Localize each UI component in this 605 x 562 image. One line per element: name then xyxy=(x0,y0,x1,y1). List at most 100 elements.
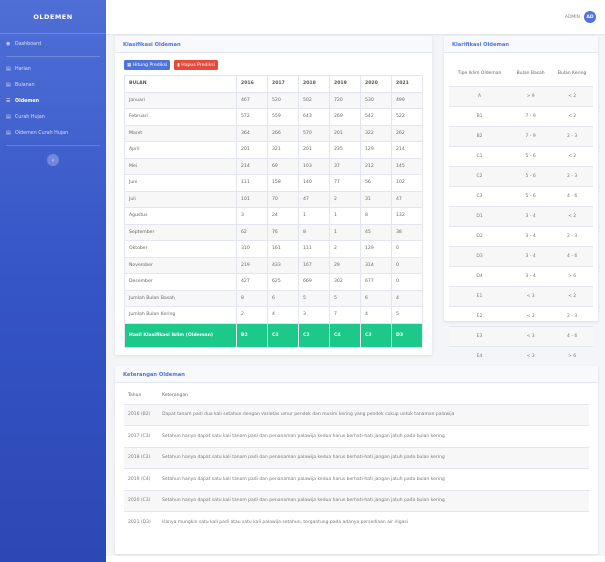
table-cell: B2 xyxy=(449,125,511,146)
table-cell: 1 xyxy=(329,207,361,225)
sidebar-item-bulanan[interactable]: ▤ Bulanan xyxy=(0,77,106,93)
sidebar-item-oldemen[interactable]: ☰ Oldemen xyxy=(0,93,106,109)
table-cell: < 3 xyxy=(510,325,552,346)
table-row: Jumlah Bulan Basah 8 6 5 5 6 4 xyxy=(124,289,423,307)
table-cell: 677 xyxy=(360,273,392,291)
table-cell: 570 xyxy=(298,124,330,142)
table-cell: > 6 xyxy=(551,345,593,366)
table-row: C1 5 - 6 < 2 xyxy=(449,145,593,166)
table-cell: Maret xyxy=(124,124,237,142)
column-header: Bulan Kering xyxy=(557,70,587,76)
table-row: E2 < 32 - 3 xyxy=(449,305,593,326)
table-row: E4 < 3 > 6 xyxy=(449,345,593,366)
table-cell: 2 - 3 xyxy=(551,165,593,186)
table-icon: ▤ xyxy=(6,130,11,136)
result-cell: Hasil Klasifikasi Iklim (Oldeman) xyxy=(124,322,237,348)
card-title: Keterangan Oldeman xyxy=(115,366,598,383)
brand-logo[interactable]: OLDEMEN xyxy=(0,0,106,34)
table-cell: 6 xyxy=(267,289,299,307)
keterangan-table-wrap: Tahun Keterangan 2016 (B2) Dapat tanam pad… xyxy=(115,383,598,533)
table-cell: 145 xyxy=(391,157,423,175)
table-cell: 643 xyxy=(298,108,330,126)
table-row: D4 3 - 4 > 6 xyxy=(449,265,593,286)
table-row: Desember 427 625 669 302 677 0 xyxy=(124,273,423,291)
avatar[interactable]: AD xyxy=(584,11,596,23)
table-cell: D1 xyxy=(449,205,511,226)
sidebar-item-label: Harian xyxy=(15,66,31,72)
table-cell: Setahun hanya dapat satu kali tanam padi… xyxy=(158,489,589,512)
table-cell: 214 xyxy=(391,141,423,159)
sidebar-toggle-button[interactable]: ‹ xyxy=(47,154,59,166)
table-cell: Jumlah Bulan Kering xyxy=(124,306,237,324)
table-row: B2 7 - 92 - 3 xyxy=(449,125,593,146)
table-cell: 62 xyxy=(236,223,268,241)
column-header: Tahun xyxy=(128,393,142,399)
sidebar-item-label: Oldemen xyxy=(15,98,40,104)
table-cell: 69 xyxy=(267,157,299,175)
table-cell: 129 xyxy=(360,240,392,258)
column-header: 2017 xyxy=(267,75,299,93)
table-cell: C3 xyxy=(449,185,511,206)
table-cell: 161 xyxy=(267,240,299,258)
table-row: 2019 (C4) Setahun hanya dapat satu kali t… xyxy=(124,468,589,490)
table-cell: April xyxy=(124,141,237,159)
table-row: Januari 467 520 502 720 530 499 xyxy=(124,91,423,109)
table-cell: 269 xyxy=(329,108,361,126)
dashboard-icon: ◉ xyxy=(6,41,11,47)
user-name[interactable]: ADMIN xyxy=(565,15,580,20)
keterangan-card: Keterangan Oldeman Tahun Keterangan 2016 … xyxy=(115,366,598,554)
table-cell: 212 xyxy=(360,157,392,175)
table-cell: 3 xyxy=(298,306,330,324)
column-header: 2018 xyxy=(298,75,330,93)
table-cell: 102 xyxy=(391,174,423,192)
table-cell: 167 xyxy=(298,256,330,274)
table-cell: 2 - 3 xyxy=(551,305,593,326)
column-header: BULAN xyxy=(124,75,237,93)
table-row: C3 5 - 64 - 6 xyxy=(449,185,593,206)
table-cell: Juni xyxy=(124,174,237,192)
table-cell: 7 - 9 xyxy=(510,105,552,126)
table-cell: 2021 (D3) xyxy=(124,511,158,533)
klarifikasi-table-wrap: Tipe Iklim Oldeman Bulan Basah Bulan Kerin… xyxy=(444,53,598,366)
table-cell: 7 xyxy=(329,306,361,324)
table-cell: 542 xyxy=(360,108,392,126)
table-cell: 0 xyxy=(391,240,423,258)
chevron-left-icon: ‹ xyxy=(51,156,55,164)
table-row: Mei 214 69 103 37 212 145 xyxy=(124,157,423,175)
column-header: Tipe Iklim Oldeman xyxy=(457,70,502,76)
table-cell: 45 xyxy=(360,223,392,241)
table-cell: < 2 xyxy=(551,285,593,306)
klarifikasi-table: Tipe Iklim Oldeman Bulan Basah Bulan Kerin… xyxy=(449,61,593,366)
table-cell: 364 xyxy=(236,124,268,142)
table-cell: 1 xyxy=(298,207,330,225)
column-header: 2020 xyxy=(360,75,392,93)
table-row: Jumlah Bulan Kering 2 4 3 7 4 5 xyxy=(124,306,423,324)
table-cell: 158 xyxy=(267,174,299,192)
table-cell: 559 xyxy=(267,108,299,126)
table-cell: 4 - 6 xyxy=(551,325,593,346)
result-cell: C3 xyxy=(267,322,299,348)
table-row: Oktober 310 161 111 2 129 0 xyxy=(124,240,423,258)
hapus-prediksi-button[interactable]: ▮ Hapus Prediksi xyxy=(174,60,219,70)
column-header: 2021 xyxy=(391,75,423,93)
table-cell: 201 xyxy=(329,124,361,142)
sidebar-item-curah-hujan[interactable]: ▤ Curah Hujan xyxy=(0,109,106,125)
table-cell: C1 xyxy=(449,145,511,166)
sidebar-item-dashboard[interactable]: ◉ Dashboard xyxy=(0,36,106,52)
klasifikasi-table-wrap: BULAN 2016 2017 2018 2019 2020 2021 Januari 467… xyxy=(115,75,432,348)
table-cell: 7 - 9 xyxy=(510,125,552,146)
table-cell: 427 xyxy=(236,273,268,291)
hitung-prediksi-button[interactable]: ▦ Hitung Prediksi xyxy=(124,60,171,70)
table-cell: Juli xyxy=(124,190,237,208)
sidebar-item-oldemen-curah-hujan[interactable]: ▤ Oldemen Curah Hujan xyxy=(0,125,106,141)
table-row: 2016 (B2) Dapat tanam padi dua kali setah… xyxy=(124,403,589,426)
button-label: Hitung Prediksi xyxy=(132,62,168,68)
table-cell: 322 xyxy=(360,124,392,142)
table-cell: 321 xyxy=(267,141,299,159)
table-cell: 6 xyxy=(360,289,392,307)
table-cell: Oktober xyxy=(124,240,237,258)
table-cell: 8 xyxy=(236,289,268,307)
sidebar-item-harian[interactable]: ▤ Harian xyxy=(0,61,106,77)
list-icon: ☰ xyxy=(6,98,11,104)
table-cell: D2 xyxy=(449,225,511,246)
